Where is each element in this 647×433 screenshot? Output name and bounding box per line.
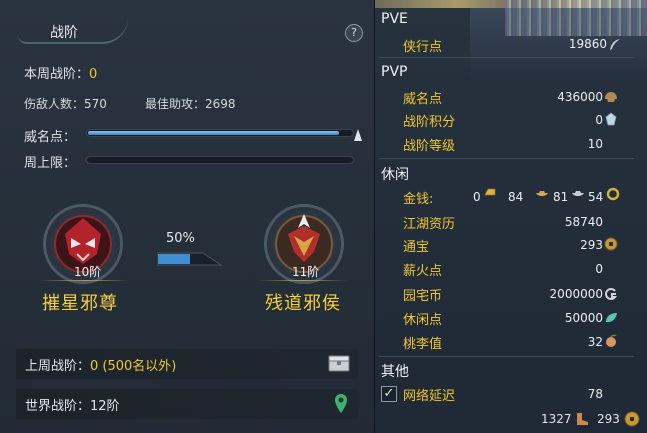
- peach-icon: [606, 334, 617, 347]
- house-coin-icon: [605, 288, 618, 300]
- pvp-item-value-0: 436000: [557, 90, 603, 104]
- best-assist-value: 2698: [205, 97, 236, 111]
- leisure-item-name-2: 薪火点: [403, 264, 443, 279]
- footer-left-value: 1327: [541, 412, 572, 426]
- money-gold-value: 0: [473, 190, 481, 204]
- latency-checkbox[interactable]: ✓: [381, 386, 397, 402]
- best-assist-stat: 最佳助攻：2698: [145, 95, 236, 112]
- pve-item-value: 19860: [568, 37, 607, 51]
- pvp-item-name-0: 威名点: [403, 92, 443, 107]
- best-assist-label: 最佳助攻：: [145, 97, 206, 111]
- last-week-rank-row: 上周战阶：0 (500名以外): [16, 349, 358, 379]
- panel-header: 战阶 ?: [0, 0, 375, 44]
- kills-value: 570: [84, 97, 107, 111]
- leisure-item-value-2: 0: [595, 262, 603, 276]
- pvp-item-name-1: 战阶积分: [403, 115, 456, 130]
- next-rank-level: 11阶: [292, 265, 320, 279]
- prestige-bar: [86, 129, 354, 137]
- weekly-cap-label: 周上限：: [24, 156, 77, 171]
- weekly-rank-value: 0: [89, 67, 98, 82]
- copper-ingot-icon: [572, 191, 584, 196]
- leisure-item-value-0: 58740: [564, 215, 603, 229]
- world-rank-label: 世界战阶：: [25, 399, 91, 414]
- coin-icon[interactable]: [624, 411, 640, 427]
- leisure-item-name-0: 江湖资历: [403, 217, 456, 232]
- gold-ingot-icon: [484, 188, 496, 196]
- footer-right-value: 293: [597, 412, 620, 426]
- next-rank-name: 残道邪侯: [265, 293, 341, 314]
- leaf-icon: [606, 313, 617, 323]
- latency-value: 78: [587, 387, 603, 401]
- leisure-item-name-5: 桃李值: [403, 337, 443, 352]
- kills-label: 伤敌人数：: [24, 97, 85, 111]
- helmet-icon: [605, 92, 617, 102]
- current-rank-name: 摧星邪尊: [42, 293, 118, 314]
- weekly-rank: 本周战阶：0: [24, 63, 97, 82]
- feather-icon: [610, 39, 620, 50]
- chest-icon[interactable]: [328, 355, 350, 372]
- boot-icon[interactable]: [574, 411, 590, 427]
- world-rank: 世界战阶：12阶: [25, 395, 120, 414]
- rank-panel: 战阶 ? 本周战阶：0 伤敌人数：570 最佳助攻：2698 威名点： 周上限：…: [0, 0, 375, 433]
- location-pin-icon[interactable]: [334, 393, 348, 415]
- leisure-title: 休闲: [381, 167, 409, 183]
- leisure-item-value-5: 32: [587, 335, 603, 349]
- crystal-icon: [605, 112, 617, 126]
- silver-ingot-icon: [536, 191, 548, 196]
- coin-icon: [604, 237, 618, 251]
- pve-title: PVE: [381, 11, 408, 27]
- money-silver-value: 84: [508, 190, 524, 204]
- last-week-rank-value: 0 (500名以外): [90, 359, 177, 374]
- money-iron-value: 54: [588, 190, 604, 204]
- help-button[interactable]: ?: [345, 24, 363, 42]
- other-title: 其他: [381, 364, 409, 380]
- pvp-item-name-2: 战阶等级: [403, 139, 456, 154]
- current-rank-level: 10阶: [74, 265, 102, 279]
- bar-marker-icon: [354, 129, 362, 141]
- pvp-item-value-1: 0: [595, 113, 603, 127]
- leisure-item-value-3: 2000000: [549, 287, 603, 301]
- rank-progress-bar: [157, 252, 223, 266]
- weekly-cap-bar: [86, 156, 354, 164]
- prestige-bar-fill: [88, 131, 339, 135]
- pvp-title: PVP: [381, 64, 408, 80]
- money-label: 金钱:: [403, 192, 434, 207]
- coin-ring-icon: [606, 187, 620, 201]
- kills-stat: 伤敌人数：570: [24, 95, 107, 112]
- leisure-item-name-3: 园宅币: [403, 289, 443, 304]
- leisure-item-value-1: 293: [580, 238, 603, 252]
- pvp-item-value-2: 10: [587, 137, 603, 151]
- last-week-rank-label: 上周战阶：: [25, 359, 91, 374]
- world-rank-row: 世界战阶：12阶: [16, 389, 358, 419]
- leisure-item-value-4: 50000: [564, 311, 603, 325]
- rank-progress-percent: 50%: [166, 231, 195, 246]
- last-week-rank: 上周战阶：0 (500名以外): [25, 355, 176, 374]
- pve-item-name: 侠行点: [403, 40, 443, 55]
- latency-label: 网络延迟: [403, 389, 456, 404]
- prestige-label: 威名点：: [24, 130, 77, 145]
- currency-panel: PVE 侠行点 19860 PVP 威名点 436000 战阶积分 0 战阶等级…: [375, 0, 647, 433]
- money-copper-value: 81: [553, 190, 569, 204]
- panel-title: 战阶: [50, 25, 78, 41]
- leisure-item-name-1: 通宝: [403, 240, 430, 255]
- weekly-rank-label: 本周战阶：: [24, 67, 90, 82]
- leisure-item-name-4: 休闲点: [403, 313, 443, 328]
- world-rank-value: 12阶: [90, 399, 120, 414]
